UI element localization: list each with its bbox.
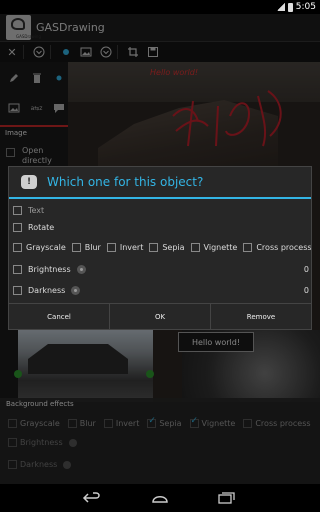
signal-icon: [276, 3, 285, 11]
option-rotate[interactable]: Rotate: [13, 220, 54, 234]
status-time: 5:05: [295, 2, 316, 12]
sepia-checkbox[interactable]: [149, 242, 159, 252]
blur-checkbox[interactable]: [71, 242, 81, 252]
object-options-dialog: ! Which one for this object? Text Rotate…: [8, 166, 312, 330]
dialog-title: Which one for this object?: [47, 175, 204, 189]
invert-label: Invert: [119, 242, 144, 252]
status-icons: 5:05: [276, 1, 316, 13]
navigation-bar: [0, 484, 320, 512]
back-icon[interactable]: [82, 492, 102, 504]
alert-icon: !: [21, 175, 37, 189]
sepia-label: Sepia: [162, 242, 185, 252]
home-icon[interactable]: [150, 493, 170, 503]
dialog-header: ! Which one for this object?: [9, 167, 311, 199]
brightness-value: 0: [303, 264, 309, 274]
brightness-checkbox[interactable]: [13, 264, 22, 274]
effect-grayscale[interactable]: Grayscale: [13, 242, 66, 252]
vignette-label: Vignette: [203, 242, 238, 252]
brightness-row: Brightness 0: [13, 262, 311, 276]
dialog-buttons: Cancel OK Remove: [9, 303, 311, 329]
darkness-row: Darkness 0: [13, 283, 311, 297]
effect-blur[interactable]: Blur: [71, 242, 101, 252]
cross-process-label: Cross process: [256, 242, 311, 252]
rotate-checkbox[interactable]: [13, 222, 22, 232]
ok-button[interactable]: OK: [110, 304, 211, 329]
effect-invert[interactable]: Invert: [106, 242, 144, 252]
darkness-value: 0: [303, 285, 309, 295]
grayscale-label: Grayscale: [26, 242, 66, 252]
option-text[interactable]: Text: [13, 203, 44, 217]
invert-checkbox[interactable]: [106, 242, 116, 252]
effects-row: Grayscale Blur Invert Sepia Vignette Cro…: [13, 240, 311, 254]
cross-process-checkbox[interactable]: [243, 242, 253, 252]
grayscale-checkbox[interactable]: [13, 242, 22, 252]
text-label: Text: [28, 205, 45, 215]
brightness-slider[interactable]: [76, 264, 86, 274]
effect-cross-process[interactable]: Cross process: [243, 242, 311, 252]
effect-vignette[interactable]: Vignette: [190, 242, 238, 252]
darkness-label: Darkness: [28, 285, 66, 295]
recent-apps-icon[interactable]: [218, 492, 236, 504]
cancel-button[interactable]: Cancel: [9, 304, 110, 329]
battery-icon: [287, 2, 293, 12]
remove-button[interactable]: Remove: [211, 304, 311, 329]
darkness-checkbox[interactable]: [13, 285, 22, 295]
vignette-checkbox[interactable]: [190, 242, 200, 252]
blur-label: Blur: [84, 242, 101, 252]
text-checkbox[interactable]: [13, 205, 22, 215]
status-bar: 5:05: [0, 0, 320, 14]
effect-sepia[interactable]: Sepia: [149, 242, 185, 252]
darkness-slider[interactable]: [71, 285, 81, 295]
rotate-label: Rotate: [28, 222, 55, 232]
brightness-label: Brightness: [28, 264, 71, 274]
